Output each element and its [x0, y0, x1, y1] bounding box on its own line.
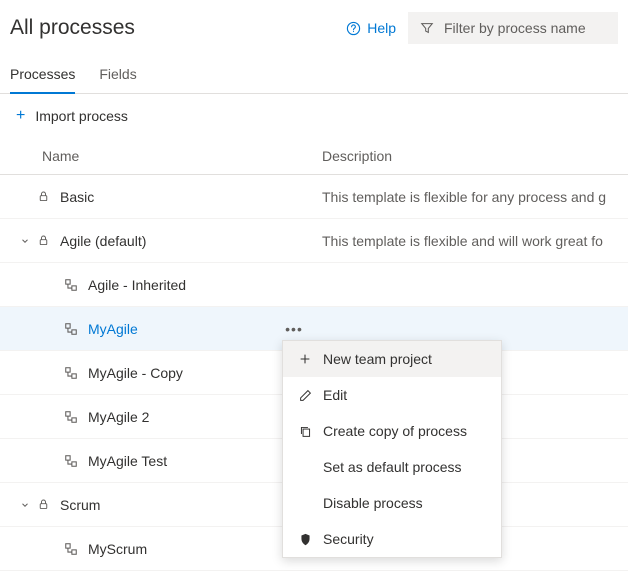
- lock-icon: [34, 498, 52, 511]
- menu-item-disable-process[interactable]: Disable process: [283, 485, 501, 521]
- filter-icon: [420, 21, 434, 35]
- inherited-icon: [62, 366, 80, 380]
- process-name[interactable]: MyAgile Test: [80, 453, 167, 469]
- inherited-icon: [62, 410, 80, 424]
- process-name[interactable]: MyAgile 2: [80, 409, 149, 425]
- process-name[interactable]: Agile - Inherited: [80, 277, 186, 293]
- help-icon: [346, 21, 361, 36]
- column-description: Description: [322, 148, 628, 164]
- lock-icon: [34, 234, 52, 247]
- menu-item-label: Security: [323, 531, 374, 547]
- process-name[interactable]: Agile (default): [52, 233, 146, 249]
- help-link[interactable]: Help: [346, 20, 396, 36]
- plus-icon: +: [16, 108, 25, 124]
- inherited-icon: [62, 454, 80, 468]
- filter-input[interactable]: Filter by process name: [408, 12, 618, 44]
- tab-fields[interactable]: Fields: [99, 58, 136, 93]
- inherited-icon: [62, 542, 80, 556]
- more-actions-button[interactable]: •••: [282, 321, 306, 337]
- copy-icon: [297, 425, 313, 438]
- table-row[interactable]: Basic This template is flexible for any p…: [0, 175, 628, 219]
- edit-icon: [297, 389, 313, 402]
- import-label: Import process: [35, 108, 128, 124]
- filter-placeholder: Filter by process name: [444, 20, 586, 36]
- inherited-icon: [62, 278, 80, 292]
- chevron-down-icon[interactable]: [16, 500, 34, 510]
- table-row[interactable]: Agile - Inherited: [0, 263, 628, 307]
- page-title: All processes: [10, 16, 135, 40]
- menu-item-label: Edit: [323, 387, 347, 403]
- column-name: Name: [42, 148, 322, 164]
- table-row[interactable]: Agile (default) This template is flexible…: [0, 219, 628, 263]
- menu-item-set-as-default-process[interactable]: Set as default process: [283, 449, 501, 485]
- plus-icon: [297, 352, 313, 366]
- help-label: Help: [367, 20, 396, 36]
- table-header: Name Description: [0, 138, 628, 175]
- menu-item-label: Set as default process: [323, 459, 462, 475]
- tabs: Processes Fields: [0, 58, 628, 94]
- process-name[interactable]: MyScrum: [80, 541, 147, 557]
- menu-item-label: New team project: [323, 351, 432, 367]
- process-name[interactable]: Basic: [52, 189, 94, 205]
- shield-icon: [297, 533, 313, 546]
- menu-item-label: Create copy of process: [323, 423, 467, 439]
- tab-processes[interactable]: Processes: [10, 58, 75, 94]
- process-description: This template is flexible and will work …: [322, 233, 628, 249]
- lock-icon: [34, 190, 52, 203]
- menu-item-security[interactable]: Security: [283, 521, 501, 557]
- menu-item-create-copy-of-process[interactable]: Create copy of process: [283, 413, 501, 449]
- menu-item-label: Disable process: [323, 495, 423, 511]
- menu-item-edit[interactable]: Edit: [283, 377, 501, 413]
- process-name[interactable]: MyAgile - Copy: [80, 365, 183, 381]
- chevron-down-icon[interactable]: [16, 236, 34, 246]
- import-process-button[interactable]: + Import process: [0, 94, 628, 138]
- process-name[interactable]: MyAgile: [80, 321, 138, 337]
- menu-item-new-team-project[interactable]: New team project: [283, 341, 501, 377]
- process-name[interactable]: Scrum: [52, 497, 100, 513]
- inherited-icon: [62, 322, 80, 336]
- context-menu: New team project Edit Create copy of proce…: [282, 340, 502, 558]
- process-description: This template is flexible for any proces…: [322, 189, 628, 205]
